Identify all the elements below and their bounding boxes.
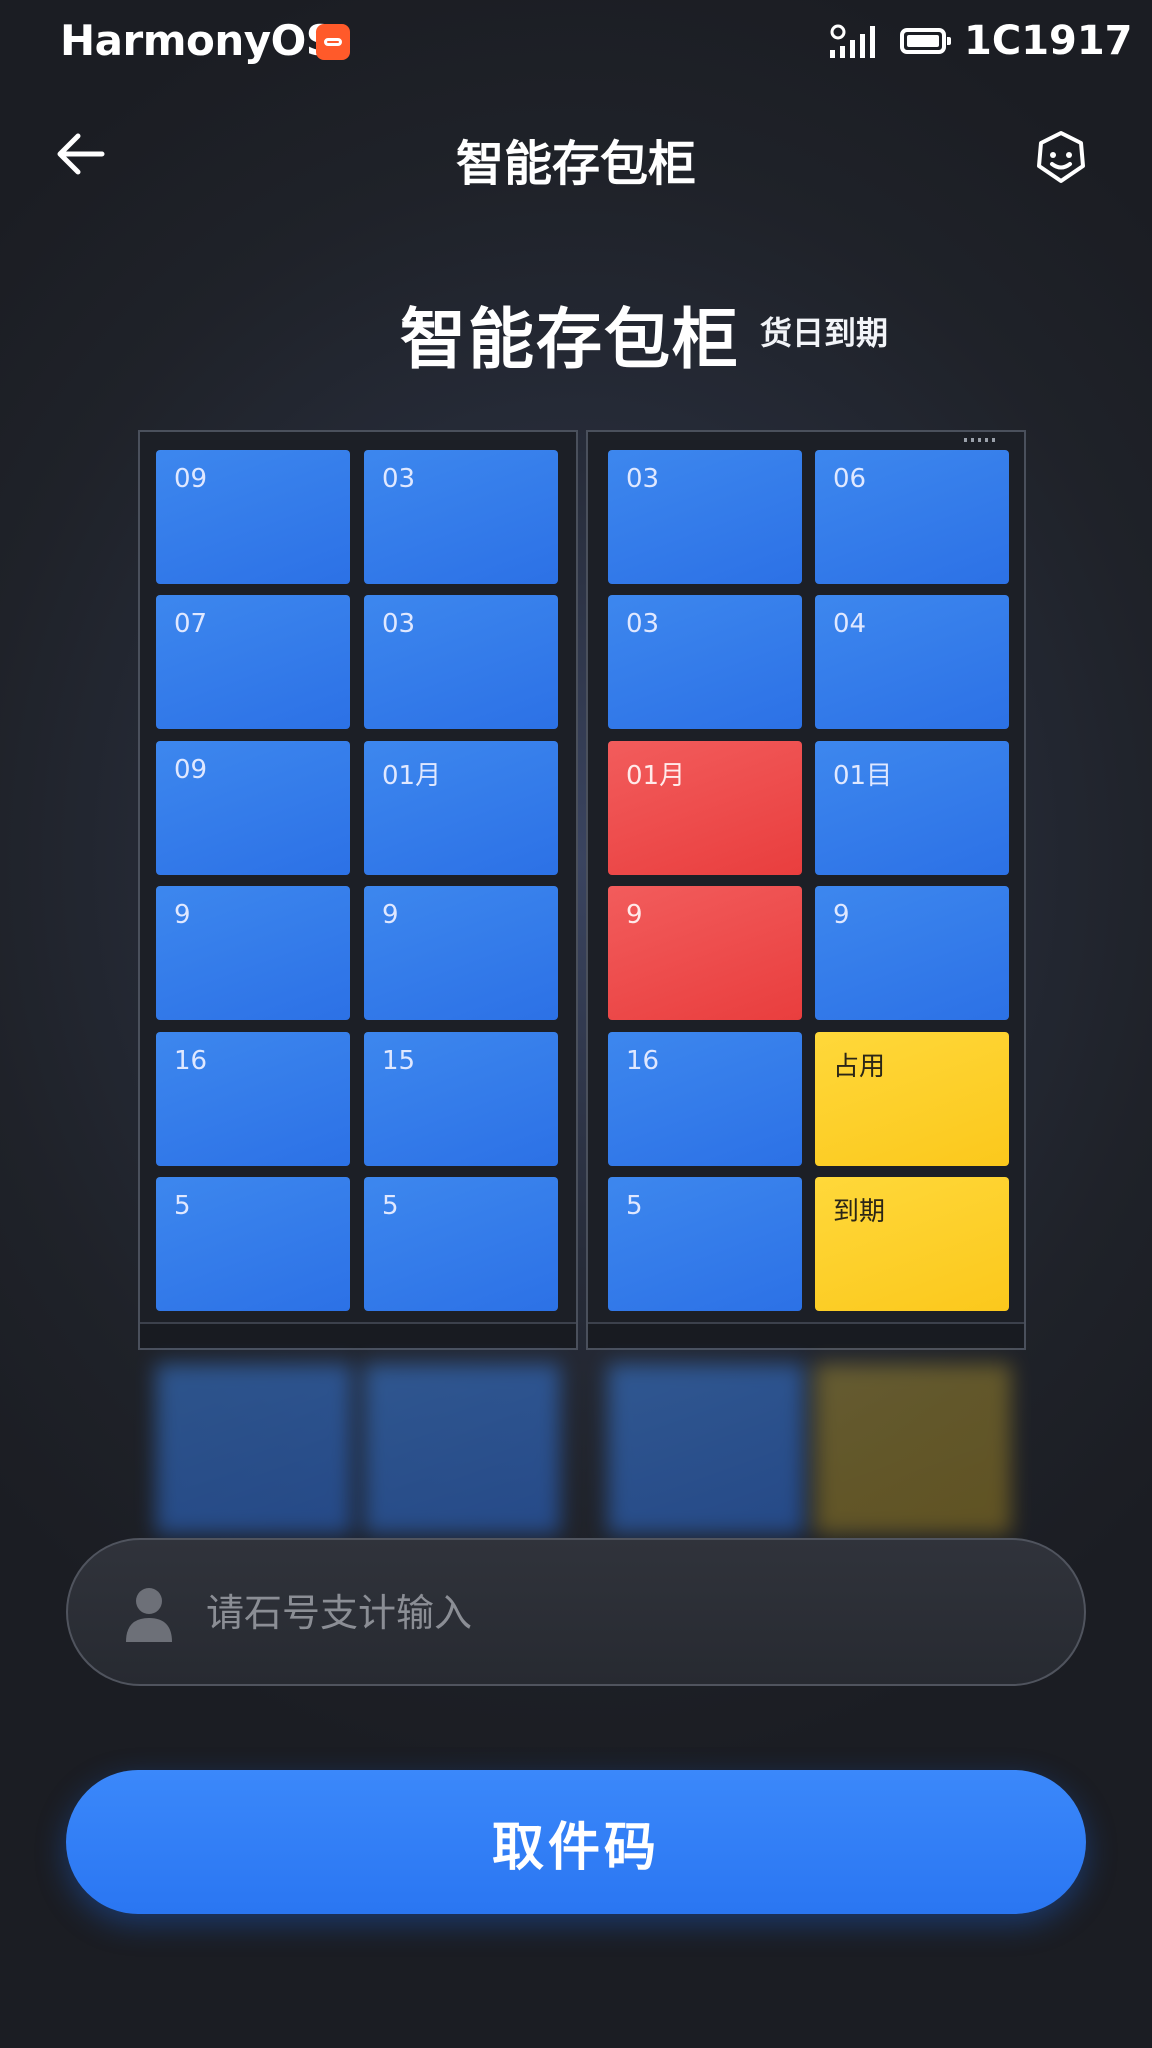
- locker-door[interactable]: 9: [815, 886, 1009, 1020]
- locker-door[interactable]: 04: [815, 595, 1009, 729]
- locker-cabinet-left: 09 03 07 03 09 01月 9 9 16 15 5 5: [138, 430, 578, 1350]
- pickup-code-button[interactable]: 取件码: [66, 1770, 1086, 1914]
- locker-door[interactable]: 15: [364, 1032, 558, 1166]
- locker-door[interactable]: 16: [156, 1032, 350, 1166]
- cabinet-base: [588, 1322, 1024, 1348]
- locker-label: 04: [833, 609, 867, 639]
- locker-label: 9: [382, 900, 399, 930]
- locker-door[interactable]: 06: [815, 450, 1009, 584]
- locker-door[interactable]: 09: [156, 741, 350, 875]
- locker-label: 9: [174, 900, 191, 930]
- locker-door-due[interactable]: 到期: [815, 1177, 1009, 1311]
- locker-door[interactable]: 9: [156, 886, 350, 1020]
- locker-label: 03: [382, 609, 416, 639]
- locker-door[interactable]: 5: [156, 1177, 350, 1311]
- locker-door-expired[interactable]: 9: [608, 886, 802, 1020]
- locker-label: 16: [174, 1046, 208, 1076]
- locker-label: 9: [626, 900, 643, 930]
- locker-door[interactable]: 9: [364, 886, 558, 1020]
- assistant-face-icon[interactable]: [1032, 128, 1090, 186]
- page-title: 智能存包柜: [455, 136, 696, 192]
- locker-door[interactable]: 03: [608, 595, 802, 729]
- locker-label: 03: [626, 609, 660, 639]
- locker-door[interactable]: 07: [156, 595, 350, 729]
- locker-label: 5: [626, 1191, 643, 1221]
- locker-label: 01月: [382, 761, 442, 791]
- indicator-dots-icon: [964, 438, 996, 442]
- locker-door[interactable]: 03: [364, 450, 558, 584]
- cabinet-base: [140, 1322, 576, 1348]
- pickup-code-input[interactable]: [204, 1540, 1048, 1686]
- locker-door[interactable]: 01目: [815, 741, 1009, 875]
- pickup-code-input-container: [66, 1538, 1086, 1686]
- locker-label: 07: [174, 609, 208, 639]
- locker-door[interactable]: 09: [156, 450, 350, 584]
- locker-label: 01目: [833, 761, 893, 791]
- locker-door[interactable]: 01月: [364, 741, 558, 875]
- locker-label: 5: [382, 1191, 399, 1221]
- cabinet-reflection: [156, 1364, 352, 1534]
- cabinet-reflection: [815, 1364, 1011, 1534]
- signal-icon: [830, 24, 875, 58]
- locker-label: 09: [174, 464, 208, 494]
- locker-label: 占用: [833, 1052, 886, 1082]
- locker-label: 15: [382, 1046, 416, 1076]
- status-bar: HarmonyOS 1C1917: [0, 0, 1152, 86]
- hero-subtitle: 货日到期: [760, 314, 889, 352]
- status-time: 1C1917: [964, 18, 1133, 64]
- cabinet-reflection: [364, 1364, 560, 1534]
- brand-label: HarmonyOS: [60, 16, 336, 65]
- locker-door-occupied[interactable]: 占用: [815, 1032, 1009, 1166]
- person-icon: [126, 1588, 172, 1642]
- locker-door-expired[interactable]: 01月: [608, 741, 802, 875]
- hero-title: 智能存包柜: [400, 301, 740, 378]
- cabinet-reflection: [608, 1364, 804, 1534]
- locker-door[interactable]: 5: [608, 1177, 802, 1311]
- locker-label: 5: [174, 1191, 191, 1221]
- locker-label: 16: [626, 1046, 660, 1076]
- locker-door[interactable]: 5: [364, 1177, 558, 1311]
- locker-door[interactable]: 16: [608, 1032, 802, 1166]
- locker-label: 09: [174, 755, 208, 785]
- locker-label: 到期: [833, 1197, 886, 1227]
- locker-door[interactable]: 03: [364, 595, 558, 729]
- locker-label: 9: [833, 900, 850, 930]
- app-badge-icon: [316, 24, 350, 60]
- locker-label: 03: [626, 464, 660, 494]
- locker-label: 06: [833, 464, 867, 494]
- locker-label: 01月: [626, 761, 686, 791]
- locker-door[interactable]: 03: [608, 450, 802, 584]
- locker-cabinet-right: 03 06 03 04 01月 01目 9 9 16 占用 5 到期: [586, 430, 1026, 1350]
- locker-label: 03: [382, 464, 416, 494]
- battery-icon: [900, 28, 951, 54]
